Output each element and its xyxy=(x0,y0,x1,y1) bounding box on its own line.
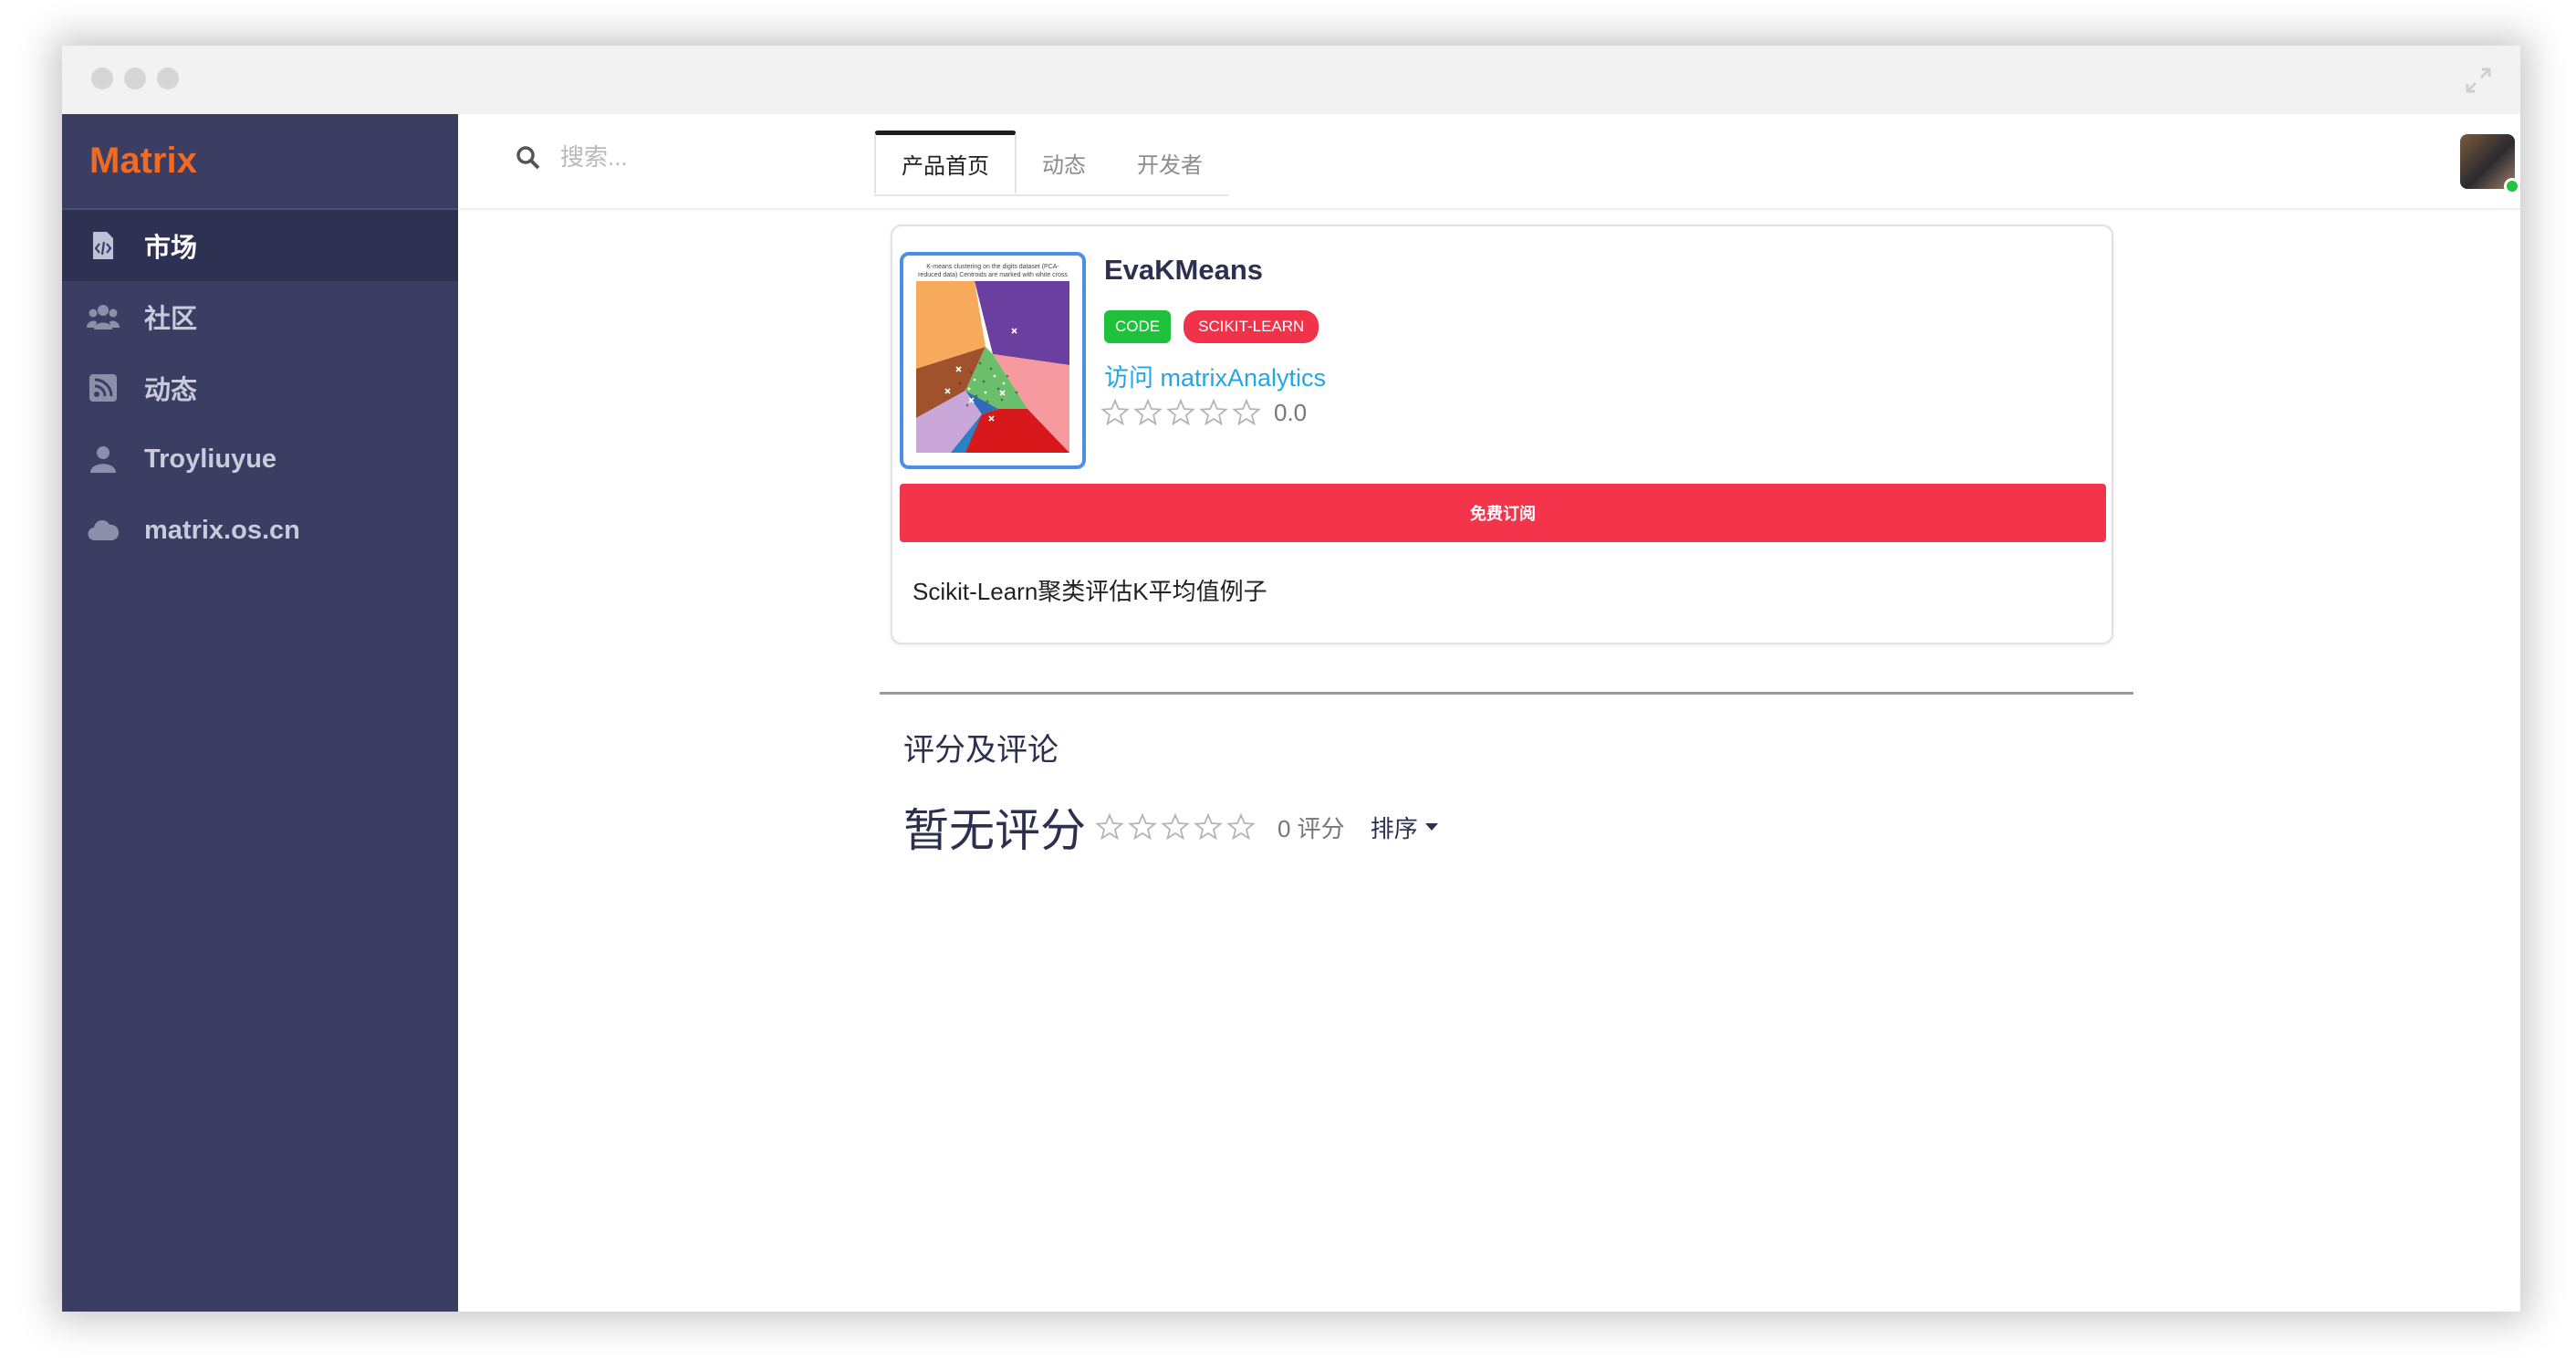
review-count: 0 评分 xyxy=(1278,814,1345,842)
product-tags: CODE SCIKIT-LEARN xyxy=(1104,310,1319,343)
tag-scikit-learn[interactable]: SCIKIT-LEARN xyxy=(1184,310,1319,343)
code-file-icon xyxy=(84,226,122,265)
section-divider xyxy=(880,692,2133,695)
sidebar-item-label: matrix.os.cn xyxy=(144,515,300,545)
product-rating: 0.0 xyxy=(1100,398,1307,427)
empty-star-icon xyxy=(1100,398,1130,426)
product-card: K-means clustering on the digits dataset… xyxy=(891,225,2113,644)
sidebar-item-label: 动态 xyxy=(144,376,198,405)
sidebar-item-feed[interactable]: 动态 xyxy=(62,352,458,424)
rating-value: 0.0 xyxy=(1274,398,1308,426)
sidebar-item-label: 市场 xyxy=(144,234,198,263)
search-input[interactable] xyxy=(560,143,834,172)
sort-dropdown[interactable]: 排序 xyxy=(1371,810,1440,844)
app-window: Matrix 市场 社区 动态 Troyliuyue matrix.os.cn … xyxy=(62,46,2520,1312)
empty-star-icon xyxy=(1166,398,1195,426)
close-window-dot[interactable] xyxy=(91,68,113,89)
rss-icon xyxy=(84,369,122,407)
product-thumbnail[interactable]: K-means clustering on the digits dataset… xyxy=(900,252,1086,469)
minimize-window-dot[interactable] xyxy=(124,68,146,89)
sidebar-item-community[interactable]: 社区 xyxy=(62,281,458,352)
caret-down-icon xyxy=(1424,823,1438,831)
window-titlebar xyxy=(62,46,2520,114)
search-icon xyxy=(516,145,540,169)
product-title: EvaKMeans xyxy=(1104,254,1264,286)
product-tabs: 产品首页 动态 开发者 xyxy=(874,131,1228,196)
visit-developer-link[interactable]: 访问 matrixAnalytics xyxy=(1104,358,1326,393)
no-rating-text: 暂无评分 xyxy=(903,805,1086,856)
online-status-dot xyxy=(2504,178,2520,194)
sidebar-item-profile[interactable]: Troyliuyue xyxy=(62,424,458,495)
empty-star-icon xyxy=(1194,812,1223,841)
review-stars xyxy=(1095,812,1256,842)
sidebar-item-label: 社区 xyxy=(144,305,198,334)
sidebar-item-market[interactable]: 市场 xyxy=(62,210,458,281)
window-controls xyxy=(91,68,179,89)
sidebar-item-label: Troyliuyue xyxy=(144,444,277,474)
thumbnail-caption: K-means clustering on the digits dataset… xyxy=(918,264,1068,278)
empty-star-icon xyxy=(1161,812,1190,841)
search-box xyxy=(515,143,834,172)
tab-activity[interactable]: 动态 xyxy=(1017,131,1111,194)
reviews-heading: 评分及评论 xyxy=(903,733,1059,768)
maximize-window-dot[interactable] xyxy=(157,68,179,89)
user-icon xyxy=(84,440,122,478)
kmeans-plot-image xyxy=(916,281,1069,453)
users-icon xyxy=(84,298,122,336)
sidebar-item-website[interactable]: matrix.os.cn xyxy=(62,495,458,566)
empty-star-icon xyxy=(1133,398,1163,426)
tab-developer[interactable]: 开发者 xyxy=(1111,131,1228,194)
empty-star-icon xyxy=(1128,812,1157,841)
brand-logo[interactable]: Matrix xyxy=(62,114,458,210)
rating-stars xyxy=(1100,398,1261,427)
empty-star-icon xyxy=(1095,812,1124,841)
sort-label: 排序 xyxy=(1370,814,1418,842)
top-header: 产品首页 动态 开发者 xyxy=(458,114,2520,210)
cloud-icon xyxy=(84,511,122,549)
reviews-summary: 暂无评分 0 评分 排序 xyxy=(903,794,1440,860)
empty-star-icon xyxy=(1226,812,1256,841)
tag-code[interactable]: CODE xyxy=(1104,310,1172,343)
empty-star-icon xyxy=(1232,398,1261,426)
product-description: Scikit-Learn聚类评估K平均值例子 xyxy=(913,578,1267,605)
subscribe-button[interactable]: 免费订阅 xyxy=(900,484,2106,542)
expand-icon[interactable] xyxy=(2460,62,2497,99)
tab-product-home[interactable]: 产品首页 xyxy=(874,131,1017,194)
empty-star-icon xyxy=(1199,398,1228,426)
sidebar: Matrix 市场 社区 动态 Troyliuyue matrix.os.cn xyxy=(62,114,458,1312)
